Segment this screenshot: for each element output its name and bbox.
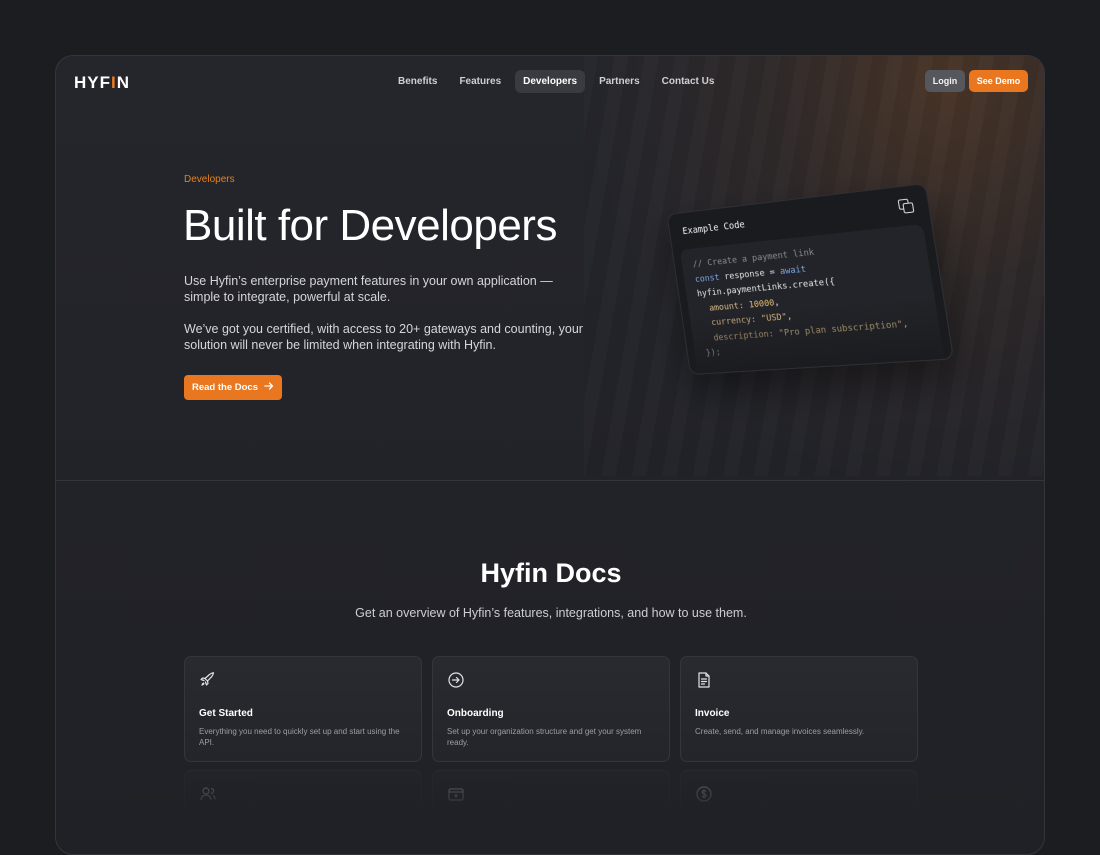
- users-icon: [199, 790, 217, 807]
- hero-eyebrow: Developers: [184, 174, 235, 185]
- hero-title: Built for Developers: [183, 201, 557, 251]
- nav-item-features[interactable]: Features: [451, 70, 509, 93]
- main-nav: Benefits Features Developers Partners Co…: [390, 70, 722, 93]
- document-icon: [695, 676, 713, 693]
- docs-subtitle: Get an overview of Hyfin’s features, int…: [56, 606, 1045, 620]
- doc-card-faded[interactable]: [184, 770, 422, 830]
- login-button[interactable]: Login: [925, 70, 965, 92]
- hero-paragraph-2: We’ve got you certified, with access to …: [184, 321, 584, 353]
- nav-item-benefits[interactable]: Benefits: [390, 70, 445, 93]
- doc-card-title: Invoice: [695, 708, 729, 719]
- doc-card-faded[interactable]: [432, 770, 670, 830]
- docs-title: Hyfin Docs: [56, 558, 1045, 589]
- nav-item-developers[interactable]: Developers: [515, 70, 585, 93]
- arrow-circle-icon: [447, 676, 465, 693]
- payment-icon: [447, 790, 465, 807]
- currency-icon: [695, 790, 713, 807]
- hero-paragraph-1: Use Hyfin’s enterprise payment features …: [184, 273, 584, 305]
- page-frame: HYFIN Benefits Features Developers Partn…: [55, 55, 1045, 855]
- arrow-right-icon: [264, 381, 274, 394]
- doc-card-onboarding[interactable]: Onboarding Set up your organization stru…: [432, 656, 670, 762]
- doc-card-faded[interactable]: [680, 770, 918, 830]
- read-docs-button[interactable]: Read the Docs: [184, 375, 282, 400]
- code-line-7: });: [705, 348, 721, 359]
- code-card-title: Example Code: [682, 219, 746, 237]
- nav-item-contact-us[interactable]: Contact Us: [654, 70, 723, 93]
- nav-item-partners[interactable]: Partners: [591, 70, 648, 93]
- doc-card-desc: Everything you need to quickly set up an…: [199, 726, 409, 748]
- doc-card-get-started[interactable]: Get Started Everything you need to quick…: [184, 656, 422, 762]
- doc-card-title: Onboarding: [447, 708, 504, 719]
- see-demo-button[interactable]: See Demo: [969, 70, 1028, 92]
- brand-logo[interactable]: HYFIN: [74, 73, 130, 93]
- example-code-card: Example Code // Create a payment link co…: [667, 183, 955, 375]
- read-docs-label: Read the Docs: [192, 382, 258, 393]
- section-divider: [56, 480, 1044, 481]
- code-line-5: currency: "USD",: [701, 312, 793, 329]
- rocket-icon: [199, 676, 217, 693]
- doc-card-desc: Create, send, and manage invoices seamle…: [695, 726, 905, 737]
- doc-card-invoice[interactable]: Invoice Create, send, and manage invoice…: [680, 656, 918, 762]
- code-line-4: amount: 10000,: [699, 298, 780, 314]
- copy-icon[interactable]: [898, 198, 915, 214]
- code-block: // Create a payment link const response …: [680, 224, 946, 375]
- doc-card-title: Get Started: [199, 708, 253, 719]
- doc-card-desc: Set up your organization structure and g…: [447, 726, 657, 748]
